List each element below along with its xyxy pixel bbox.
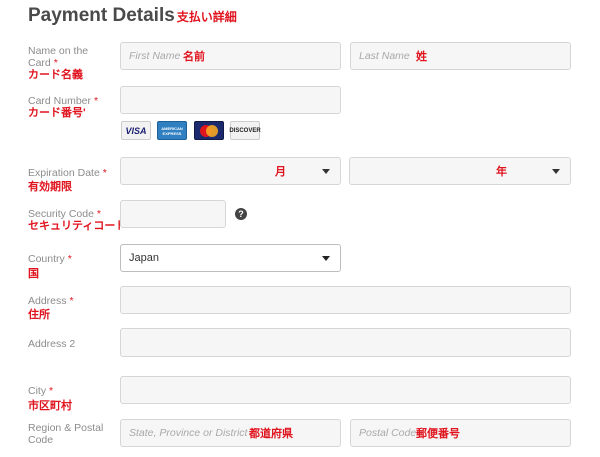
name-on-card-jp: カード名義 [28, 69, 83, 81]
postal-code-placeholder: Postal Code [359, 427, 417, 439]
address2-label: Address 2 [28, 338, 76, 350]
name-on-card-label: Name on the Card * [28, 45, 89, 69]
card-number-jp: カード番号' [28, 107, 86, 119]
state-jp: 都道府県 [249, 428, 293, 440]
expiration-year-select[interactable]: 年 [349, 157, 571, 185]
month-jp: 月 [275, 166, 286, 178]
state-input[interactable]: State, Province or District 都道府県 [120, 419, 341, 447]
visa-card-icon: VISA [121, 121, 151, 140]
country-jp: 国 [28, 268, 39, 280]
mastercard-card-icon [194, 121, 224, 140]
country-value: Japan [129, 252, 159, 264]
address-jp: 住所 [28, 309, 50, 321]
last-name-placeholder: Last Name [359, 50, 410, 62]
page-title-jp: 支払い詳細 [176, 10, 237, 24]
address-input[interactable] [120, 286, 571, 314]
chevron-down-icon [322, 256, 330, 261]
security-code-label: Security Code * [28, 208, 101, 220]
country-label: Country * [28, 253, 72, 265]
expiration-month-select[interactable]: 月 [120, 157, 341, 185]
card-number-input[interactable] [120, 86, 341, 114]
chevron-down-icon [322, 169, 330, 174]
first-name-input[interactable]: First Name 名前 [120, 42, 341, 70]
first-name-jp: 名前 [183, 51, 205, 63]
address2-input[interactable] [120, 328, 571, 357]
state-placeholder: State, Province or District [129, 427, 248, 439]
year-jp: 年 [496, 166, 507, 178]
region-postal-label: Region & Postal Code [28, 422, 104, 446]
expiration-jp: 有効期限 [28, 181, 72, 193]
postal-code-jp: 郵便番号 [416, 428, 460, 440]
last-name-input[interactable]: Last Name 姓 [350, 42, 571, 70]
page-title-text: Payment Details [28, 5, 175, 26]
mastercard-logo [200, 124, 218, 137]
security-code-input[interactable] [120, 200, 226, 228]
postal-code-input[interactable]: Postal Code 郵便番号 [350, 419, 571, 447]
first-name-placeholder: First Name [129, 50, 181, 62]
card-number-label: Card Number * [28, 95, 99, 107]
help-icon[interactable]: ? [235, 208, 247, 220]
address-label: Address * [28, 295, 74, 307]
security-code-jp: セキュリティコード [28, 220, 127, 232]
expiration-label: Expiration Date * [28, 167, 107, 179]
city-jp: 市区町村 [28, 400, 72, 412]
last-name-jp: 姓 [416, 51, 427, 63]
amex-card-icon: AMERICAN EXPRESS [157, 121, 187, 140]
page-title: Payment Details 支払い詳細 [28, 5, 237, 27]
city-input[interactable] [120, 376, 571, 404]
discover-card-icon: DISCOVER [229, 121, 261, 140]
country-select[interactable]: Japan [120, 244, 341, 272]
city-label: City * [28, 385, 54, 397]
chevron-down-icon [552, 169, 560, 174]
